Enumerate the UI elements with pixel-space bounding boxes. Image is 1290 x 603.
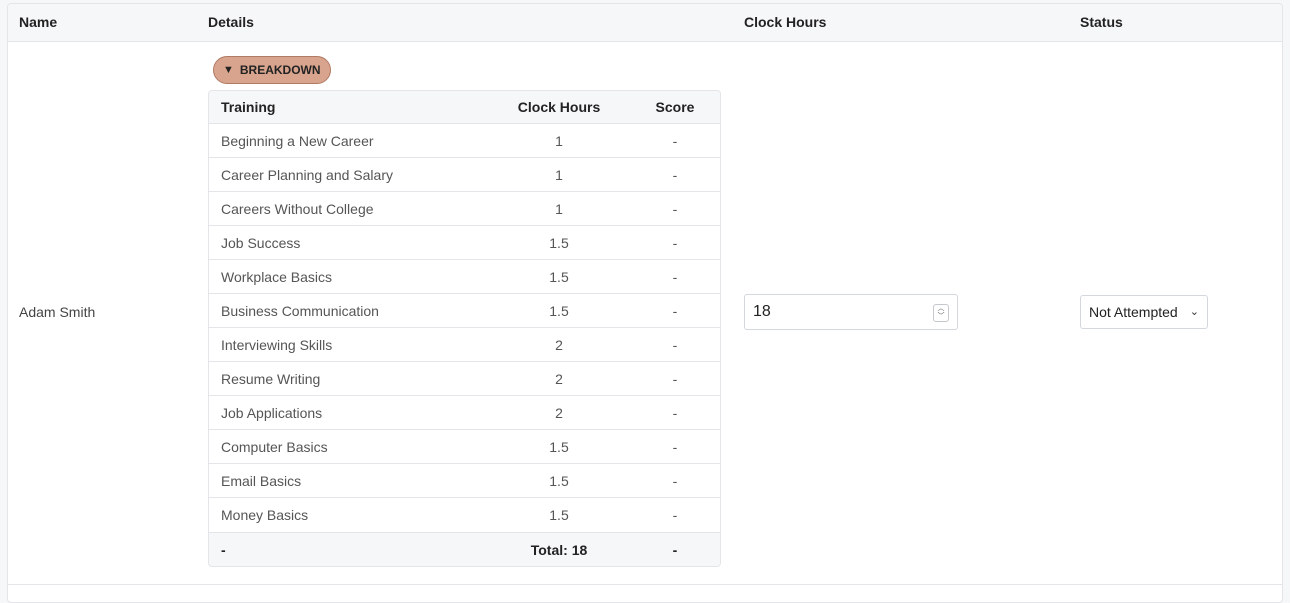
column-header-clock-hours: Clock Hours: [744, 14, 827, 30]
student-name: Adam Smith: [19, 304, 96, 320]
breakdown-header-row: Training Clock Hours Score: [209, 91, 720, 124]
stepper-icon[interactable]: ︿ ﹀: [933, 304, 949, 322]
breakdown-cell-score: -: [672, 507, 678, 523]
footer-score: -: [672, 541, 678, 558]
breakdown-cell-training: Money Basics: [221, 507, 309, 523]
breakdown-header-clock-hours: Clock Hours: [517, 99, 601, 115]
breakdown-cell-training: Business Communication: [221, 302, 379, 319]
breakdown-row: Resume Writing 2 -: [209, 362, 720, 396]
chevron-down-icon: ⌄: [1189, 306, 1199, 318]
breakdown-cell-score: -: [672, 302, 678, 319]
breakdown-cell-training: Resume Writing: [221, 370, 321, 387]
column-header-name: Name: [19, 14, 58, 30]
breakdown-cell-clock-hours: 1.5: [549, 507, 569, 523]
clock-hours-value: 18: [753, 303, 771, 320]
breakdown-cell-training: Careers Without College: [221, 200, 374, 217]
breakdown-cell-score: -: [672, 404, 678, 421]
breakdown-cell-training: Career Planning and Salary: [221, 166, 393, 183]
breakdown-cell-clock-hours: 1: [555, 132, 563, 149]
breakdown-row: Workplace Basics 1.5 -: [209, 260, 720, 294]
breakdown-label: BREAKDOWN: [239, 63, 321, 77]
breakdown-cell-score: -: [672, 234, 678, 251]
breakdown-cell-score: -: [672, 268, 678, 285]
breakdown-row: Computer Basics 1.5 -: [209, 430, 720, 464]
breakdown-cell-clock-hours: 1: [555, 200, 563, 217]
breakdown-cell-score: -: [672, 472, 678, 489]
footer-training: -: [221, 541, 226, 558]
breakdown-cell-score: -: [672, 200, 678, 217]
breakdown-cell-clock-hours: 1.5: [549, 438, 569, 455]
breakdown-row: Interviewing Skills 2 -: [209, 328, 720, 362]
column-header-status: Status: [1080, 14, 1123, 30]
breakdown-cell-training: Job Success: [221, 234, 301, 251]
breakdown-cell-clock-hours: 1.5: [549, 302, 569, 319]
breakdown-row: Beginning a New Career 1 -: [209, 124, 720, 158]
clock-hours-input[interactable]: 18 ︿ ﹀: [744, 294, 958, 330]
breakdown-cell-clock-hours: 1.5: [549, 472, 569, 489]
breakdown-toggle-button[interactable]: ▼ BREAKDOWN: [213, 56, 331, 84]
status-select[interactable]: Not Attempted ⌄: [1080, 295, 1208, 329]
breakdown-row: Job Success 1.5 -: [209, 226, 720, 260]
breakdown-cell-clock-hours: 2: [555, 336, 563, 353]
breakdown-cell-clock-hours: 2: [555, 370, 563, 387]
breakdown-row: Job Applications 2 -: [209, 396, 720, 430]
breakdown-table: Training Clock Hours Score Beginning a N…: [208, 90, 721, 567]
status-value: Not Attempted: [1089, 304, 1178, 320]
breakdown-cell-clock-hours: 1: [555, 166, 563, 183]
breakdown-cell-training: Beginning a New Career: [221, 132, 374, 149]
breakdown-cell-score: -: [672, 166, 678, 183]
triangle-down-icon: ▼: [223, 64, 234, 76]
breakdown-row: Career Planning and Salary 1 -: [209, 158, 720, 192]
breakdown-cell-clock-hours: 1.5: [549, 234, 569, 251]
breakdown-cell-training: Computer Basics: [221, 438, 328, 455]
column-header-details: Details: [208, 14, 254, 30]
breakdown-rows: Beginning a New Career 1- Career Planning …: [209, 124, 720, 532]
breakdown-cell-score: -: [672, 132, 678, 149]
breakdown-row: Business Communication 1.5 -: [209, 294, 720, 328]
breakdown-cell-score: -: [672, 438, 678, 455]
breakdown-row: Email Basics 1.5 -: [209, 464, 720, 498]
breakdown-cell-training: Workplace Basics: [221, 268, 333, 285]
breakdown-cell-training: Job Applications: [221, 404, 323, 421]
row-divider: [8, 584, 1282, 585]
breakdown-header-training: Training: [221, 99, 276, 115]
breakdown-cell-clock-hours: 2: [555, 404, 563, 421]
breakdown-cell-score: -: [672, 336, 678, 353]
breakdown-cell-clock-hours: 1.5: [549, 268, 569, 285]
breakdown-row: Careers Without College 1 -: [209, 192, 720, 226]
table-header-row: Name Details Clock Hours Status: [8, 4, 1282, 42]
breakdown-header-score: Score: [655, 99, 695, 115]
training-table-card: Name Details Clock Hours Status Adam Smi…: [7, 3, 1283, 603]
breakdown-cell-training: Interviewing Skills: [221, 336, 333, 353]
breakdown-footer-row: - Total: 18 -: [209, 532, 720, 566]
breakdown-cell-training: Email Basics: [221, 472, 302, 489]
breakdown-row: Money Basics 1.5 -: [209, 498, 720, 532]
footer-total-hours: Total: 18: [530, 541, 588, 558]
breakdown-cell-score: -: [672, 370, 678, 387]
